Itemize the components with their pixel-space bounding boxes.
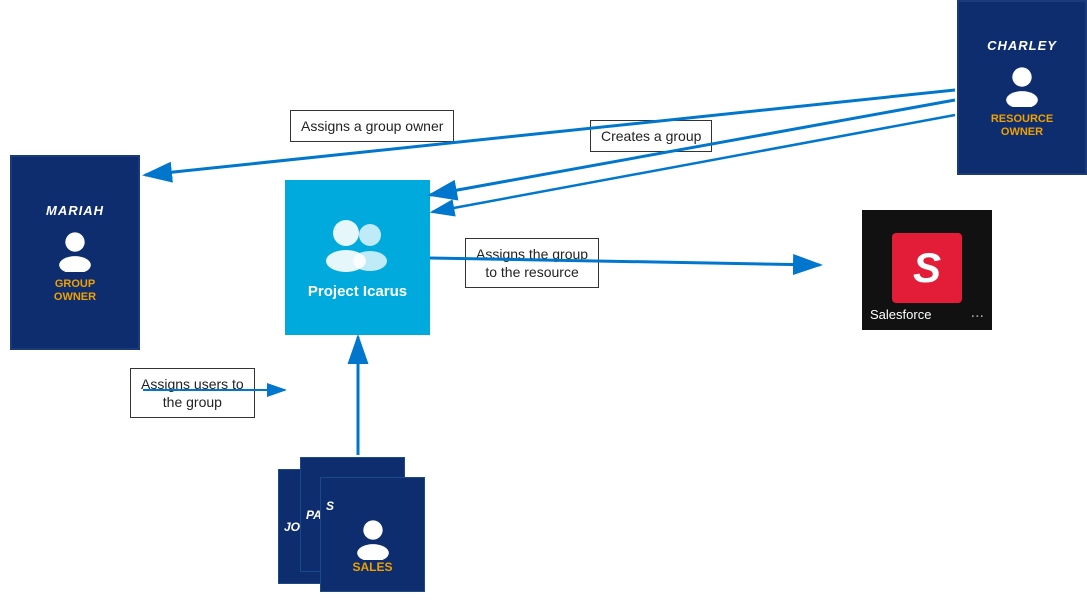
charley-name: CHARLEY: [981, 34, 1063, 57]
mariah-avatar-icon: [53, 228, 97, 272]
assigns-group-owner-label: Assigns a group owner: [290, 110, 454, 142]
mariah-name: MARIAH: [40, 199, 110, 222]
salesforce-logo: S: [892, 233, 962, 303]
sales-role-label: SALES: [352, 560, 392, 574]
creates-group-label: Creates a group: [590, 120, 712, 152]
sales-avatar-icon: [351, 516, 395, 560]
project-icarus-label: Project Icarus: [308, 283, 407, 300]
salesforce-card: S Salesforce ...: [862, 210, 992, 330]
salesforce-logo-letter: S: [913, 244, 941, 292]
charley-avatar-icon: [1000, 63, 1044, 107]
assigns-users-group-label: Assigns users to the group: [130, 368, 255, 418]
salesforce-name: Salesforce: [870, 307, 931, 322]
assigns-group-resource-label: Assigns the group to the resource: [465, 238, 599, 288]
sales-card-label: S: [321, 496, 339, 516]
charley-card: CHARLEY RESOURCE OWNER: [957, 0, 1087, 175]
charley-role: RESOURCE OWNER: [987, 111, 1057, 141]
mariah-card: MARIAH GROUP OWNER: [10, 155, 140, 350]
mariah-role: GROUP OWNER: [50, 276, 100, 306]
project-icarus-card: Project Icarus: [285, 180, 430, 335]
group-icon: [318, 215, 398, 275]
sales-card: S SALES: [320, 477, 425, 592]
salesforce-dots: ...: [971, 304, 984, 322]
